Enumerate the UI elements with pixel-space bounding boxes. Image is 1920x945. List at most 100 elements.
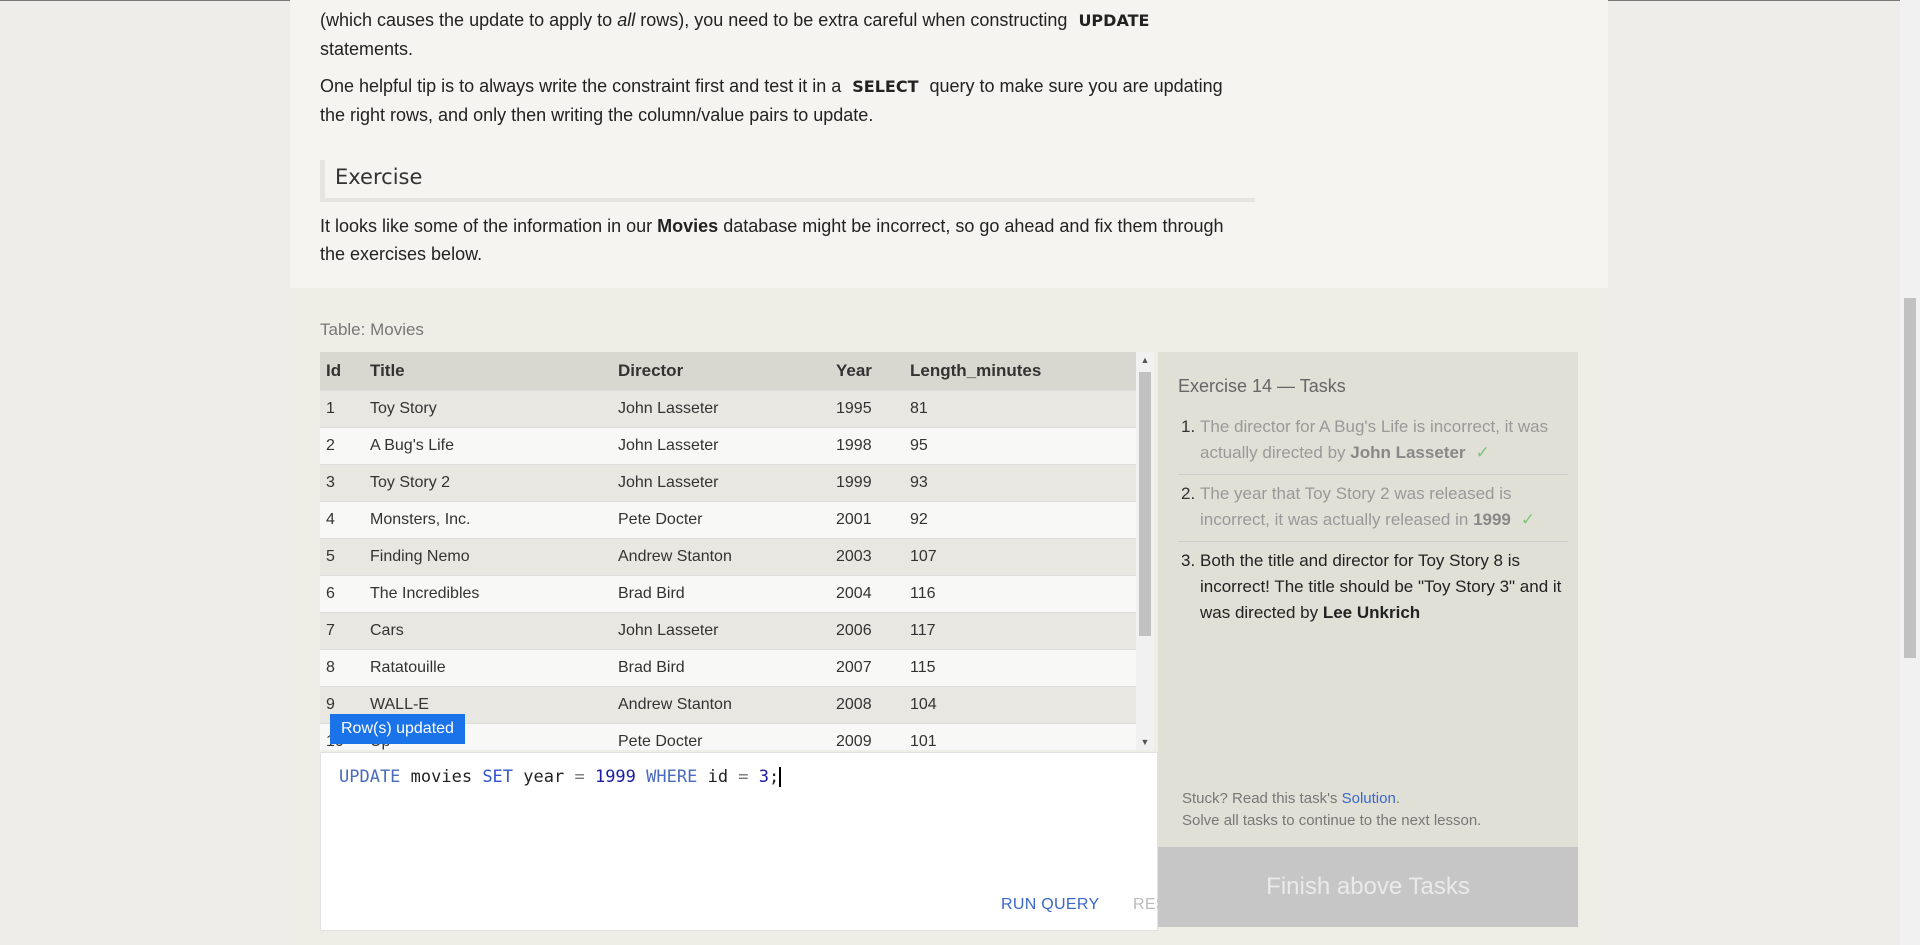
run-query-button[interactable]: RUN QUERY (1001, 896, 1099, 914)
column-header: Director (612, 352, 830, 391)
text: It looks like some of the information in… (320, 216, 658, 236)
table-cell: 2003 (830, 538, 904, 576)
sql-keyword: UPDATE (339, 767, 401, 787)
page-scrollbar[interactable] (1900, 0, 1920, 945)
table-cell: 107 (904, 538, 1136, 576)
table-row: 8 Ratatouille Brad Bird 2007 115 (320, 649, 1136, 687)
table-cell: 117 (904, 612, 1136, 650)
task-number: 3. (1181, 551, 1196, 570)
sql-editor[interactable]: UPDATE movies SET year = 1999 WHERE id =… (320, 752, 1188, 931)
sql-keyword: WHERE (646, 767, 698, 787)
exercise-panel: Table: Movies Id Title Director Year Len… (290, 288, 1608, 945)
column-header: Length_minutes (904, 352, 1136, 391)
lesson-content: (which causes the update to apply to all… (290, 0, 1608, 945)
column-header: Year (830, 352, 904, 391)
table-cell: 2007 (830, 649, 904, 687)
sql-space (585, 767, 595, 787)
table-cell: 93 (904, 464, 1136, 502)
table-cell: A Bug's Life (364, 427, 612, 465)
sql-identifier: id (697, 767, 739, 787)
task-number: 1. (1181, 417, 1196, 436)
table-cell: John Lasseter (612, 427, 830, 465)
sql-code[interactable]: UPDATE movies SET year = 1999 WHERE id =… (339, 767, 782, 787)
table-cell: Toy Story (364, 390, 612, 428)
table-cell: John Lasseter (612, 390, 830, 428)
table-cell: 8 (320, 649, 364, 687)
sql-number: 3 (758, 767, 770, 787)
page-scrollbar-thumb[interactable] (1904, 298, 1916, 658)
table-cell: Pete Docter (612, 501, 830, 539)
text-bold: Movies (657, 216, 719, 236)
scroll-up-arrow-icon[interactable]: ▲ (1136, 352, 1154, 368)
table-cell: 104 (904, 686, 1136, 724)
table-cell: 115 (904, 649, 1136, 687)
sql-operator: = (574, 767, 585, 787)
table-cell: John Lasseter (612, 612, 830, 650)
table-cell: The Incredibles (364, 575, 612, 613)
sql-punctuation: ; (769, 767, 780, 787)
table-cell: Pete Docter (612, 723, 830, 750)
sql-space (636, 767, 646, 787)
table-cell: Andrew Stanton (612, 538, 830, 576)
text: rows), you need to be extra careful when… (635, 10, 1073, 30)
table-row: 5 Finding Nemo Andrew Stanton 2003 107 (320, 538, 1136, 576)
tasks-panel: Exercise 14 — Tasks 1. The director for A… (1158, 352, 1578, 847)
text: . (1395, 790, 1400, 807)
table-cell: 1999 (830, 464, 904, 502)
solution-link[interactable]: Solution (1342, 790, 1396, 807)
table-cell: 1998 (830, 427, 904, 465)
task-list: 1. The director for A Bug's Life is incor… (1178, 414, 1568, 640)
table-row: 2A Bug's Life John Lasseter 1998 95 (320, 427, 1136, 465)
table-header-row: Id Title Director Year Length_minutes (320, 352, 1136, 391)
table-cell: 2006 (830, 612, 904, 650)
sql-keyword: SET (482, 767, 514, 787)
column-header: Id (320, 352, 364, 391)
table-cell: 92 (904, 501, 1136, 539)
checkmark-icon: ✓ (1475, 443, 1490, 462)
text-emphasis: all (617, 10, 636, 30)
table-cell: 6 (320, 575, 364, 613)
results-table-container[interactable]: Id Title Director Year Length_minutes 1T… (320, 352, 1136, 750)
finish-tasks-button[interactable]: Finish above Tasks (1158, 847, 1578, 927)
table-row: 3 Toy Story 2 John Lasseter 1999 93 (320, 464, 1136, 502)
table-cell: 4 (320, 501, 364, 539)
table-cell: 1995 (830, 390, 904, 428)
task-answer: 1999 (1473, 510, 1511, 529)
sql-identifier: movies (400, 767, 483, 787)
scroll-down-arrow-icon[interactable]: ▼ (1136, 734, 1154, 750)
column-header: Title (364, 352, 612, 391)
table-cell: 5 (320, 538, 364, 576)
text: One helpful tip is to always write the c… (320, 76, 847, 96)
table-cell: Finding Nemo (364, 538, 612, 576)
task-number: 2. (1181, 484, 1196, 503)
sql-number: 1999 (594, 767, 636, 787)
help-text: Stuck? Read this task's Solution. Solve … (1182, 788, 1481, 832)
task-item: 2. The year that Toy Story 2 was released… (1178, 481, 1568, 542)
keyword-select: SELECT (852, 77, 919, 96)
table-row: 6 The Incredibles Brad Bird 2004 116 (320, 575, 1136, 613)
task-answer: John Lasseter (1350, 443, 1466, 462)
table-cell: Cars (364, 612, 612, 650)
sql-space (749, 767, 759, 787)
sql-identifier: year (513, 767, 575, 787)
table-cell: Brad Bird (612, 649, 830, 687)
task-answer: Lee Unkrich (1322, 603, 1421, 622)
table-label: Table: Movies (320, 320, 424, 339)
text-cursor (779, 767, 782, 787)
table-row: 4 Monsters, Inc. Pete Docter 2001 92 (320, 501, 1136, 539)
table-cell: John Lasseter (612, 464, 830, 502)
table-cell: 101 (904, 723, 1136, 750)
table-cell: 81 (904, 390, 1136, 428)
text: (which causes the update to apply to (320, 10, 618, 30)
task-text: The year that Toy Story 2 was released i… (1200, 484, 1512, 529)
table-cell: 3 (320, 464, 364, 502)
table-cell: 95 (904, 427, 1136, 465)
task-item: 1. The director for A Bug's Life is incor… (1178, 414, 1568, 475)
scrollbar-thumb[interactable] (1139, 372, 1151, 636)
table-cell: Monsters, Inc. (364, 501, 612, 539)
table-cell: 2009 (830, 723, 904, 750)
text: statements. (320, 39, 414, 59)
table-scrollbar[interactable]: ▲ ▼ (1136, 352, 1154, 750)
table-cell: 7 (320, 612, 364, 650)
table-row: 7 Cars John Lasseter 2006 117 (320, 612, 1136, 650)
